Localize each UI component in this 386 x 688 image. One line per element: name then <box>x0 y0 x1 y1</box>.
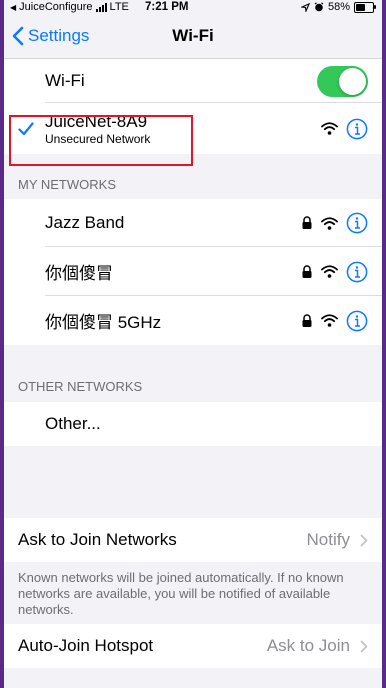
other-network-row[interactable]: Other... <box>4 402 382 446</box>
alarm-clock-icon <box>314 2 324 12</box>
network-icons <box>301 212 368 234</box>
network-icons <box>301 310 368 332</box>
status-bar-left: ◀ JuiceConfigure LTE <box>10 1 129 13</box>
other-network-label: Other... <box>45 414 101 433</box>
screen: ◀ JuiceConfigure LTE 7:21 PM 58% Setting… <box>4 0 382 688</box>
wifi-signal-icon <box>321 216 338 230</box>
info-icon[interactable] <box>346 118 368 140</box>
chevron-right-icon <box>360 640 368 652</box>
my-networks-list: Jazz Band 你個傻冒 你個傻冒 5GHz <box>4 199 382 345</box>
connected-network-text: JuiceNet-8A9 Unsecured Network <box>45 112 150 146</box>
auto-join-value-group: Ask to Join <box>267 636 368 656</box>
back-button[interactable]: Settings <box>4 26 89 46</box>
wifi-signal-icon <box>321 314 338 327</box>
chevron-right-icon <box>360 534 368 546</box>
status-bar-right: 58% <box>300 1 376 13</box>
connected-network-name: JuiceNet-8A9 <box>45 111 148 131</box>
network-icons <box>301 261 368 283</box>
network-name: Jazz Band <box>45 213 125 232</box>
auto-join-hotspot-row[interactable]: Auto-Join Hotspot Ask to Join <box>4 624 382 668</box>
chevron-left-icon <box>12 26 24 46</box>
cellular-signal-icon <box>95 2 107 12</box>
connected-network-subtitle: Unsecured Network <box>45 131 151 146</box>
back-to-app-icon[interactable]: ◀ <box>10 3 16 12</box>
carrier-name: JuiceConfigure <box>19 1 93 13</box>
network-row-jazz-band[interactable]: Jazz Band <box>4 199 382 247</box>
wifi-signal-icon <box>321 265 338 278</box>
info-icon[interactable] <box>346 261 368 283</box>
lock-icon <box>302 216 312 229</box>
battery-level-fill <box>356 3 366 11</box>
network-name: 你個傻冒 <box>45 264 113 283</box>
clock: 7:21 PM <box>145 1 189 13</box>
ask-to-join-value: Notify <box>306 530 350 549</box>
lock-icon <box>302 264 312 278</box>
ask-to-join-footer: Known networks will be joined automatica… <box>18 570 344 617</box>
status-bar: ◀ JuiceConfigure LTE 7:21 PM 58% <box>4 0 382 14</box>
network-name: 你個傻冒 5GHz <box>45 313 162 332</box>
connected-network-icons <box>321 118 368 140</box>
battery-icon <box>354 1 376 13</box>
network-row-2[interactable]: 你個傻冒 <box>4 247 382 296</box>
ask-to-join-value-group: Notify <box>307 530 368 550</box>
connected-network-row[interactable]: JuiceNet-8A9 Unsecured Network <box>4 103 382 154</box>
auto-join-label: Auto-Join Hotspot <box>18 636 154 655</box>
wifi-toggle-label: Wi-Fi <box>45 71 85 90</box>
wifi-toggle-row: Wi-Fi <box>4 59 382 103</box>
auto-join-value: Ask to Join <box>266 636 350 655</box>
ask-to-join-row[interactable]: Ask to Join Networks Notify <box>4 518 382 562</box>
info-icon[interactable] <box>346 310 368 332</box>
info-icon[interactable] <box>346 212 368 234</box>
back-button-label: Settings <box>28 26 90 45</box>
network-row-3[interactable]: 你個傻冒 5GHz <box>4 296 382 345</box>
battery-percent: 58% <box>327 1 350 13</box>
other-networks-header: OTHER NETWORKS <box>18 379 143 394</box>
navigation-bar: Settings Wi-Fi <box>4 14 382 59</box>
network-type: LTE <box>109 1 129 13</box>
lock-icon <box>302 313 312 327</box>
location-arrow-icon <box>300 2 310 12</box>
ask-to-join-label: Ask to Join Networks <box>18 530 177 549</box>
wifi-toggle-switch[interactable] <box>317 65 368 97</box>
my-networks-header: MY NETWORKS <box>18 177 116 192</box>
wifi-signal-icon <box>321 122 338 135</box>
checkmark-icon <box>18 121 34 135</box>
